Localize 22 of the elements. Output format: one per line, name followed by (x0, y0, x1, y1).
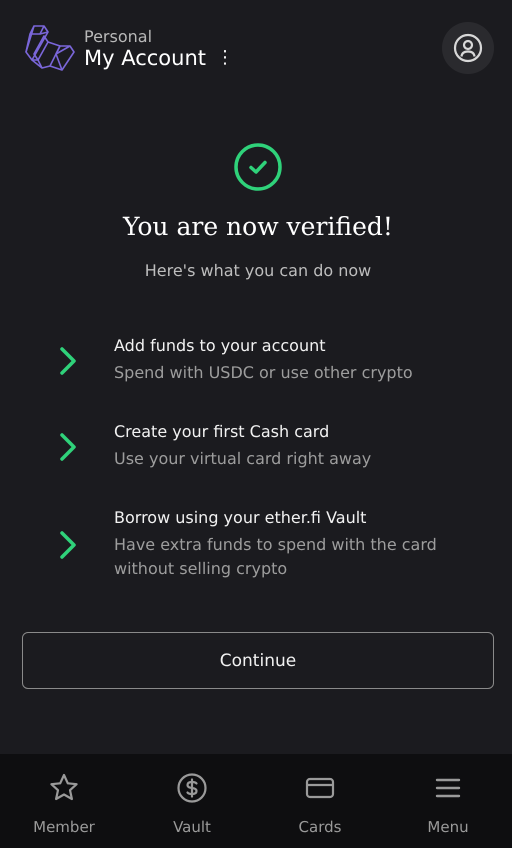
user-icon (453, 33, 483, 63)
nav-tab[interactable]: Menu (384, 754, 512, 848)
dollar-coin-icon (176, 772, 208, 804)
account-type-label: Personal (84, 26, 154, 46)
step-description: Spend with USDC or use other crypto (114, 362, 414, 384)
nav-tab[interactable]: Vault (128, 754, 256, 848)
step-title: Create your first Cash card (114, 422, 330, 441)
chevron-right-icon (58, 528, 78, 561)
step-title: Add funds to your account (114, 336, 327, 355)
subtitle: Here's what you can do now (144, 261, 372, 280)
nav-tab[interactable]: Member (0, 754, 128, 848)
chevron-right-icon (58, 344, 78, 377)
step-description: Use your virtual card right away (114, 448, 372, 470)
continue-button[interactable]: Continue (22, 632, 494, 690)
verified-title: You are now verified! (123, 212, 393, 241)
step-description: Have extra funds to spend with the card without selling crypto (114, 534, 438, 580)
check-circle-icon (233, 142, 283, 192)
more-button[interactable]: ⋮ (212, 47, 238, 68)
chevron-right-icon (58, 430, 78, 463)
nav-tab[interactable]: Cards (256, 754, 384, 848)
account-name: My Account (84, 46, 206, 70)
step-title: Borrow using your ether.fi Vault (114, 508, 368, 527)
